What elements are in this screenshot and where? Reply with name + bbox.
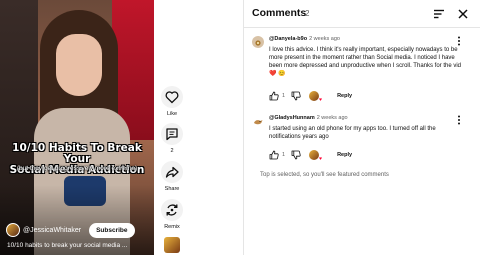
sort-footnote: Top is selected, so you'll see featured … [260, 172, 389, 178]
comments-panel: Comments 2 @Danyela-b9o 2 weeks ago I lo… [243, 0, 480, 255]
heart-icon: ♥ [319, 97, 323, 103]
comment-actions: 1 ♥ Reply [269, 90, 352, 103]
comments-action: 2 [156, 123, 188, 154]
flower-avatar-icon [255, 40, 261, 46]
share-button[interactable] [161, 161, 183, 183]
reply-button[interactable]: Reply [337, 93, 352, 99]
bird-avatar-icon [254, 120, 263, 125]
action-rail: Like 2 Share Remix [156, 0, 188, 255]
channel-avatar[interactable] [6, 223, 20, 237]
comments-title: Comments [252, 7, 307, 19]
sound-thumbnail[interactable] [164, 237, 180, 253]
creator-heart-badge: ♥ [309, 150, 323, 162]
comment-time[interactable]: 2 weeks ago [317, 115, 348, 121]
presenter-face [56, 34, 102, 96]
comment-author[interactable]: @GladysHunnam [269, 115, 315, 121]
comments-button[interactable] [161, 123, 183, 145]
comments-header-count: 2 [305, 9, 310, 18]
thumbs-down-icon[interactable] [291, 91, 301, 101]
creator-heart-badge: ♥ [309, 91, 323, 103]
channel-bar: @JessicaWhitaker Subscribe [6, 222, 135, 238]
commenter-avatar[interactable] [252, 115, 264, 127]
thumbs-up-icon[interactable] [269, 91, 279, 101]
share-icon [165, 166, 179, 178]
comment-actions: 1 ♥ Reply [269, 149, 352, 162]
comment-author[interactable]: @Danyela-b9o [269, 36, 307, 42]
share-action: Share [156, 161, 188, 192]
more-vert-icon[interactable] [455, 115, 463, 125]
sort-icon[interactable] [432, 7, 446, 21]
comment-header: @Danyela-b9o 2 weeks ago [269, 36, 340, 42]
comment-text: I started using an old phone for my apps… [269, 126, 436, 140]
like-action: Like [156, 86, 188, 117]
comment-like-count: 1 [282, 152, 286, 158]
video-overlay-subtitle: (but they get progressively more extreme… [16, 165, 138, 172]
short-video-player[interactable]: 10/10 Habits To Break Your Social Media … [0, 0, 154, 255]
shorts-page: 10/10 Habits To Break Your Social Media … [0, 0, 480, 255]
remix-label: Remix [164, 224, 180, 230]
heart-icon [165, 91, 179, 104]
thumbs-down-icon[interactable] [291, 150, 301, 160]
comment-header: @GladysHunnam 2 weeks ago [269, 115, 348, 121]
comment-like-count: 1 [282, 93, 286, 99]
comment-item: @Danyela-b9o 2 weeks ago I love this advi… [252, 36, 474, 106]
like-button[interactable] [161, 86, 183, 108]
close-icon[interactable] [456, 7, 470, 21]
thumbs-up-icon[interactable] [269, 150, 279, 160]
remix-button[interactable] [161, 199, 183, 221]
comments-count: 2 [170, 148, 174, 154]
comment-item: @GladysHunnam 2 weeks ago I started using… [252, 115, 474, 165]
video-title-line1: 10/10 Habits To Break Your [12, 142, 142, 165]
subscribe-button[interactable]: Subscribe [89, 222, 135, 238]
comment-text: I love this advice. I think it's really … [269, 47, 461, 77]
video-caption[interactable]: 10/10 habits to break your social media … [7, 242, 152, 249]
comment-time[interactable]: 2 weeks ago [309, 36, 340, 42]
channel-name[interactable]: @JessicaWhitaker [23, 227, 81, 234]
comments-header: Comments 2 [244, 0, 480, 28]
heart-icon: ♥ [319, 156, 323, 162]
comment-icon [166, 128, 178, 141]
commenter-avatar[interactable] [252, 36, 264, 48]
like-label: Like [166, 111, 178, 117]
remix-action: Remix [156, 199, 188, 230]
more-vert-icon[interactable] [455, 36, 463, 46]
share-label: Share [164, 186, 180, 192]
remix-icon [166, 204, 178, 216]
reply-button[interactable]: Reply [337, 152, 352, 158]
